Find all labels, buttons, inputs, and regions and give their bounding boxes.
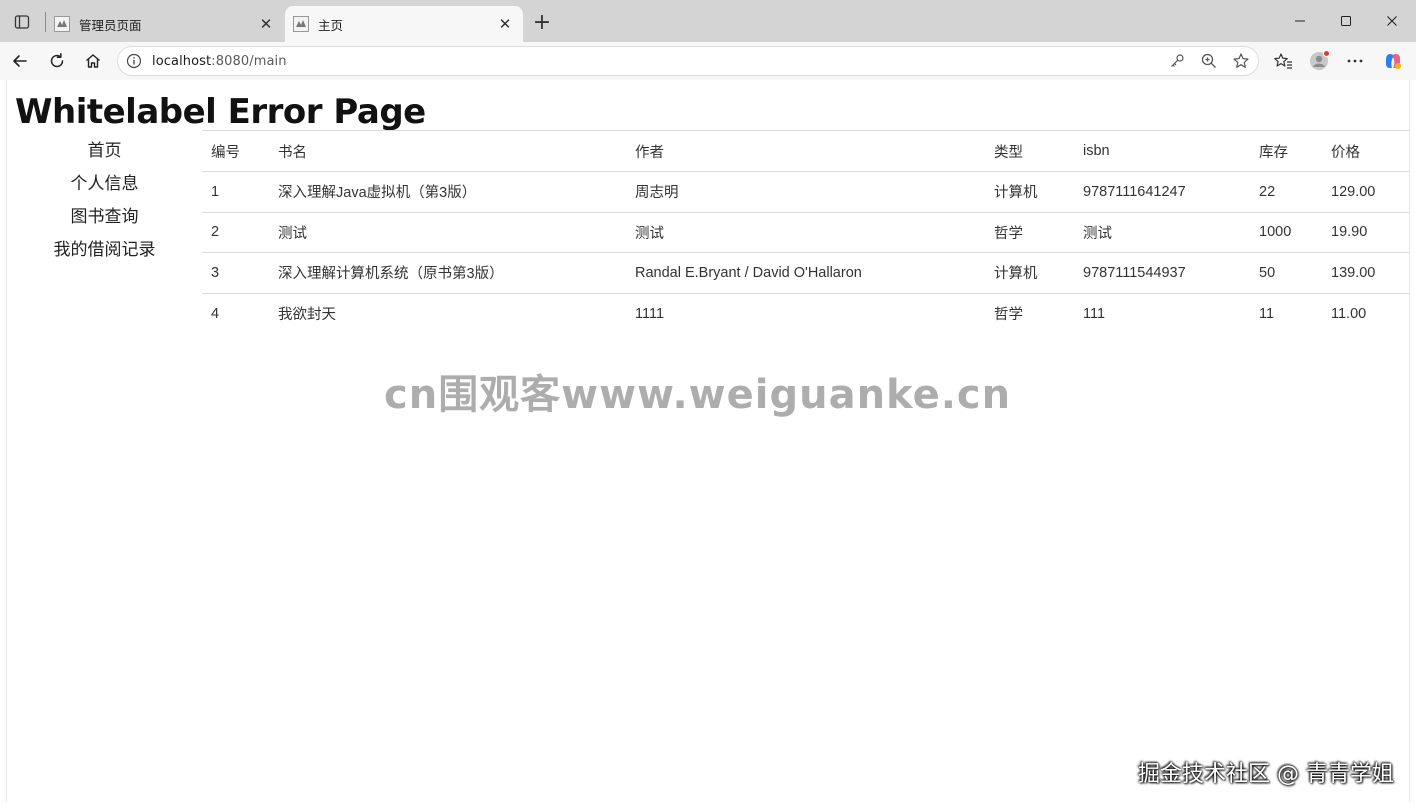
cell-price: 19.90 (1322, 211, 1409, 253)
key-icon[interactable] (1168, 52, 1186, 70)
nav-link-book-search[interactable]: 图书查询 (7, 201, 202, 234)
avatar-icon[interactable] (1305, 47, 1333, 75)
cell-price: 129.00 (1322, 171, 1409, 213)
cell-id: 4 (202, 292, 269, 334)
table-row: 4 我欲封天 1111 哲学 111 11 11.00 (202, 292, 1409, 334)
copilot-icon[interactable] (1379, 47, 1407, 75)
more-icon[interactable] (1341, 47, 1369, 75)
cell-type: 哲学 (985, 211, 1074, 253)
header-type: 类型 (985, 130, 1074, 172)
cell-author: 周志明 (626, 171, 985, 213)
table-row: 3 深入理解计算机系统（原书第3版） Randal E.Bryant / Dav… (202, 252, 1409, 294)
header-price: 价格 (1322, 130, 1409, 172)
tab-title: 管理员页面 (79, 17, 142, 33)
home-icon[interactable] (79, 47, 107, 75)
header-stock: 库存 (1250, 130, 1322, 172)
refresh-icon[interactable] (43, 47, 71, 75)
back-icon[interactable] (6, 47, 34, 75)
book-table: 编号 书名 作者 类型 isbn 库存 价格 1 深入理解Java虚拟机（第3版… (202, 130, 1409, 334)
cell-id: 1 (202, 171, 269, 213)
tab-admin-page[interactable]: 管理员页面 ✕ (46, 6, 284, 42)
cell-isbn: 9787111641247 (1074, 171, 1250, 213)
cell-author: 测试 (626, 211, 985, 253)
cell-stock: 11 (1250, 292, 1322, 334)
header-id: 编号 (202, 130, 269, 172)
notification-dot (1323, 50, 1330, 57)
page-viewport: Whitelabel Error Page 首页 个人信息 图书查询 我的借阅记… (6, 80, 1410, 802)
url-host: localhost (152, 53, 212, 69)
tab-title: 主页 (318, 17, 344, 33)
nav-link-home[interactable]: 首页 (7, 135, 202, 168)
cell-stock: 22 (1250, 171, 1322, 213)
cell-id: 3 (202, 252, 269, 294)
watermark-corner: 掘金技术社区 @ 青青学姐 (1138, 762, 1394, 787)
cell-price: 11.00 (1322, 292, 1409, 334)
watermark-center: cn围观客www.weiguanke.cn (384, 372, 1012, 418)
title-bar: 管理员页面 ✕ 主页 ✕ + (0, 0, 1416, 42)
cell-type: 计算机 (985, 252, 1074, 294)
cell-isbn: 测试 (1074, 211, 1250, 253)
nav-link-profile[interactable]: 个人信息 (7, 168, 202, 201)
cell-price: 139.00 (1322, 252, 1409, 294)
cell-stock: 1000 (1250, 211, 1322, 253)
info-icon[interactable] (126, 53, 142, 69)
close-icon[interactable]: ✕ (497, 15, 513, 33)
minimize-icon[interactable] (1286, 8, 1314, 34)
browser-toolbar: localhost:8080/main (0, 42, 1416, 80)
close-icon[interactable]: ✕ (258, 15, 274, 33)
side-navigation: 首页 个人信息 图书查询 我的借阅记录 (7, 135, 202, 267)
sidebar-toggle-icon[interactable] (8, 8, 36, 36)
cell-stock: 50 (1250, 252, 1322, 294)
cell-title: 我欲封天 (269, 292, 626, 334)
url-text[interactable]: localhost:8080/main (152, 54, 287, 69)
cell-title: 深入理解Java虚拟机（第3版） (269, 171, 626, 213)
tab-main-page[interactable]: 主页 ✕ (285, 6, 523, 42)
cell-author: Randal E.Bryant / David O'Hallaron (626, 252, 985, 294)
plus-icon[interactable]: + (530, 10, 554, 35)
favicon-icon (54, 16, 70, 32)
cell-type: 计算机 (985, 171, 1074, 213)
favicon-icon (293, 16, 309, 32)
table-row: 2 测试 测试 哲学 测试 1000 19.90 (202, 211, 1409, 253)
close-icon[interactable] (1378, 8, 1406, 34)
cell-author: 1111 (626, 292, 985, 334)
cell-isbn: 9787111544937 (1074, 252, 1250, 294)
cell-title: 测试 (269, 211, 626, 253)
cell-id: 2 (202, 211, 269, 253)
zoom-icon[interactable] (1200, 52, 1218, 70)
page-title: Whitelabel Error Page (15, 92, 426, 130)
cell-type: 哲学 (985, 292, 1074, 334)
header-title: 书名 (269, 130, 626, 172)
star-icon[interactable] (1232, 52, 1250, 70)
favorites-icon[interactable] (1269, 47, 1297, 75)
header-author: 作者 (626, 130, 985, 172)
nav-link-borrow-records[interactable]: 我的借阅记录 (7, 234, 202, 267)
cell-isbn: 111 (1074, 292, 1250, 334)
header-isbn: isbn (1074, 130, 1250, 172)
maximize-icon[interactable] (1332, 8, 1360, 34)
address-bar[interactable]: localhost:8080/main (117, 46, 1259, 76)
table-header-row: 编号 书名 作者 类型 isbn 库存 价格 (202, 130, 1409, 172)
url-path: :8080/main (211, 53, 287, 69)
cell-title: 深入理解计算机系统（原书第3版） (269, 252, 626, 294)
table-row: 1 深入理解Java虚拟机（第3版） 周志明 计算机 9787111641247… (202, 171, 1409, 213)
omnibox-actions (1168, 52, 1250, 70)
